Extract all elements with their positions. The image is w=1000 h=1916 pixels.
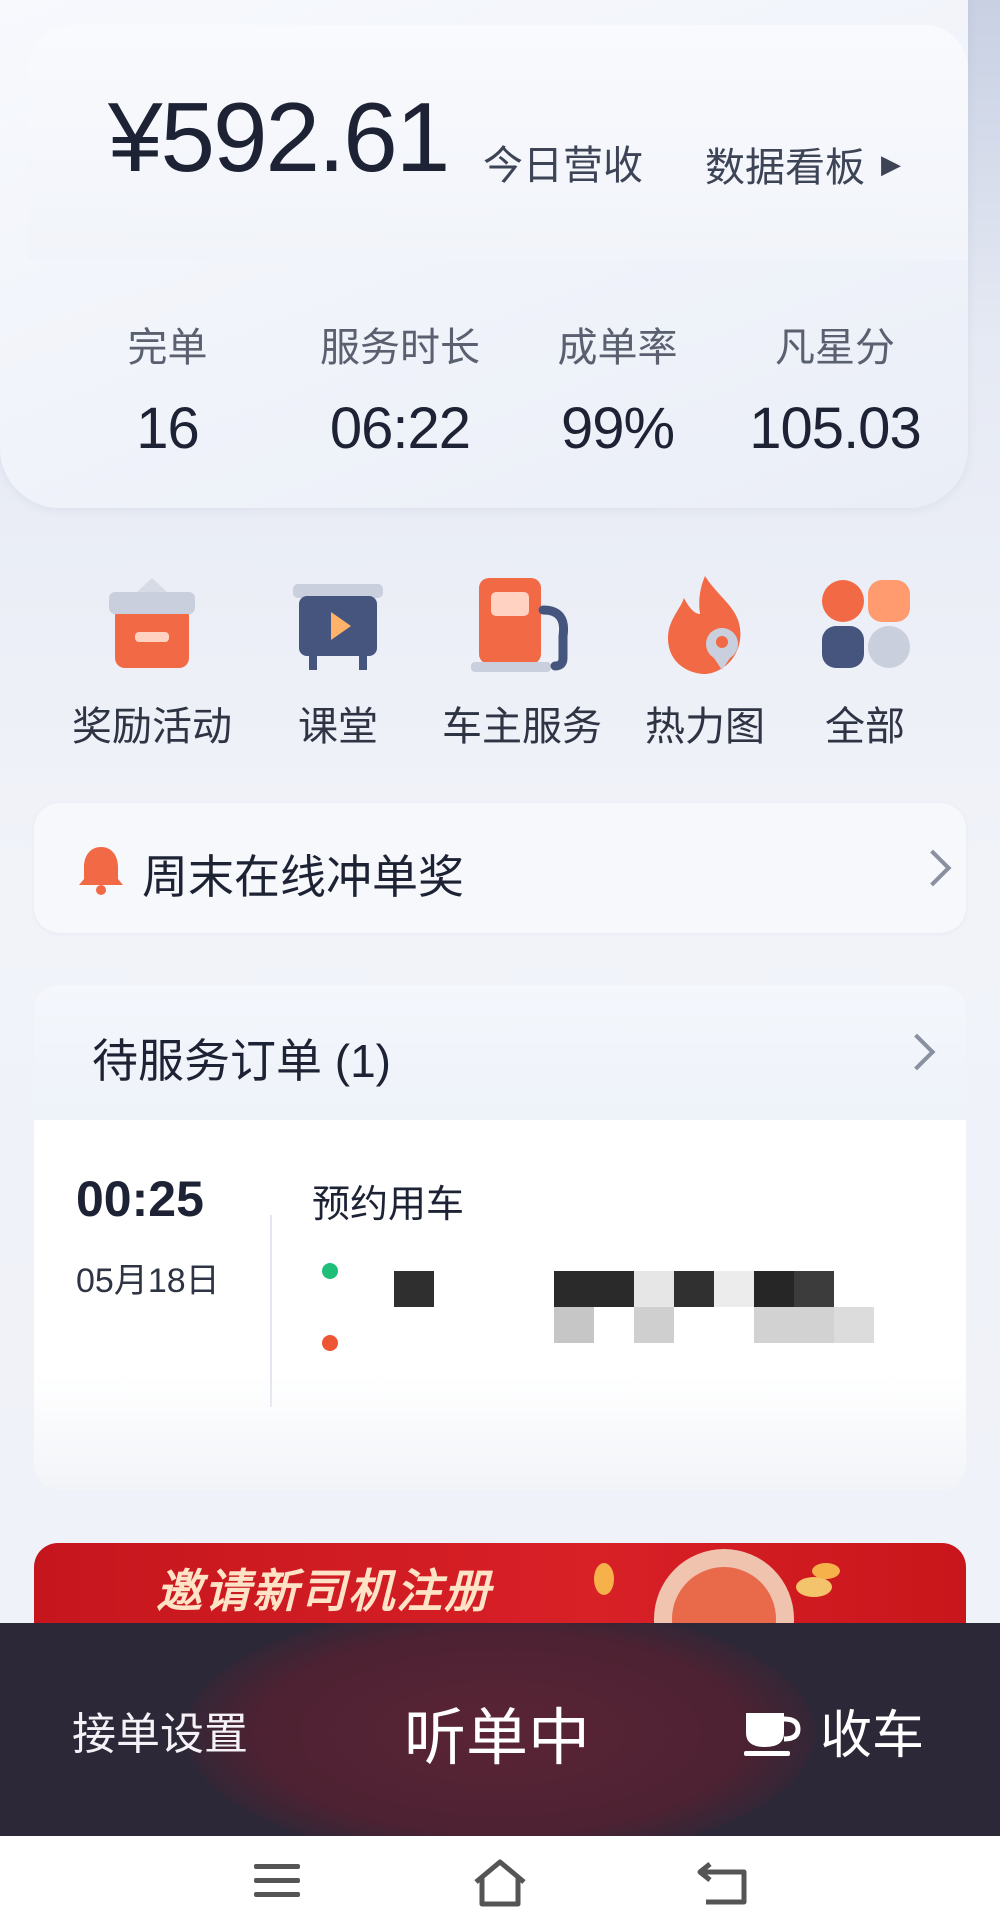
pending-orders-title: 待服务订单 (1) [92,1025,391,1091]
home-icon[interactable] [470,1858,530,1908]
stat-label: 服务时长 [320,326,480,370]
back-icon[interactable] [696,1858,752,1908]
redaction-block [754,1271,794,1307]
shortcut-label: 课堂 [298,705,378,749]
earnings-card: ¥592.61 今日营收 数据看板 ▶ 完单 16 服务时长 06:22 成单率… [0,0,968,508]
shortcut-label: 车主服务 [442,705,602,749]
weekend-reward-notice[interactable]: 周末在线冲单奖 [34,803,966,933]
banner-text: 邀请新司机注册 [156,1565,492,1617]
coffee-cup-icon [744,1712,801,1756]
shortcut-label: 热力图 [645,705,765,749]
pickup-dot-icon [322,1263,338,1279]
pending-orders-card: 待服务订单 (1) 00:25 05月18日 预约用车 [34,985,966,1490]
shortcut-heatmap[interactable]: 热力图 [625,570,785,752]
fuel-pump-icon [471,578,569,672]
grid-all-icon [822,580,910,668]
today-revenue-label: 今日营收 [483,144,643,188]
chevron-right-icon [898,1033,936,1071]
invite-driver-banner[interactable]: 邀请新司机注册 [34,1543,966,1623]
banner-decoration-icon [594,1549,840,1623]
today-revenue-amount: ¥592.61 [108,82,450,192]
order-time: 00:25 [76,1171,204,1227]
system-nav-bar [0,1836,1000,1916]
stat-value: 16 [136,396,200,461]
redaction-block [714,1271,754,1307]
bottom-action-bar: 接单设置 听单中 收车 [0,1623,1000,1836]
stat-value: 105.03 [749,396,921,461]
redaction-block [794,1271,834,1307]
shortcut-label: 全部 [825,705,905,749]
shortcut-owner-service[interactable]: 车主服务 [432,570,612,752]
orders-card-fade [34,1375,966,1490]
end-shift-label: 收车 [820,1707,925,1765]
pending-orders-title-text: 待服务订单 [92,1035,322,1087]
shortcut-row: 奖励活动 课堂 车主服务 热力图 全部 [0,570,1000,760]
triangle-right-icon: ▶ [881,148,901,179]
redaction-block [634,1271,674,1307]
dropoff-dot-icon [322,1335,338,1351]
redaction-block [394,1271,434,1307]
notice-text: 周末在线冲单奖 [142,851,464,903]
shortcut-all[interactable]: 全部 [800,570,930,752]
flame-location-icon [668,576,741,674]
stat-label: 完单 [127,326,208,370]
redaction-block [754,1307,834,1343]
gift-box-icon [109,578,195,668]
redaction-block [834,1307,874,1343]
stat-label: 凡星分 [775,326,895,370]
order-settings-button[interactable]: 接单设置 [72,1698,248,1762]
stat-completion-rate[interactable]: 成单率 99% [530,315,705,462]
data-dashboard-link[interactable]: 数据看板 ▶ [705,135,901,193]
end-shift-button[interactable]: 收车 [740,1693,924,1768]
pending-orders-count: (1) [334,1035,392,1087]
listening-status-button[interactable]: 听单中 [404,1687,590,1777]
bell-icon [79,847,123,895]
order-type: 预约用车 [312,1184,465,1226]
order-date: 05月18日 [76,1262,220,1300]
chevron-right-icon [914,849,952,887]
stat-star-score[interactable]: 凡星分 105.03 [730,315,940,462]
stat-service-duration[interactable]: 服务时长 06:22 [295,315,505,462]
menu-icon[interactable] [252,1858,302,1904]
redaction-block [674,1271,714,1307]
shortcut-label: 奖励活动 [72,705,232,749]
shortcut-rewards[interactable]: 奖励活动 [62,570,242,752]
stat-value: 06:22 [329,396,471,461]
stats-row: 完单 16 服务时长 06:22 成单率 99% 凡星分 105.03 [80,315,960,461]
pending-orders-header[interactable]: 待服务订单 (1) [34,985,966,1120]
stat-completed-orders[interactable]: 完单 16 [80,315,255,462]
classroom-video-icon [293,584,383,670]
stat-label: 成单率 [557,326,678,370]
data-dashboard-label: 数据看板 [705,146,865,190]
stat-value: 99% [560,396,675,461]
redaction-block [554,1307,594,1343]
shortcut-classroom[interactable]: 课堂 [258,570,418,752]
redaction-block [554,1271,634,1307]
redaction-block [634,1307,674,1343]
